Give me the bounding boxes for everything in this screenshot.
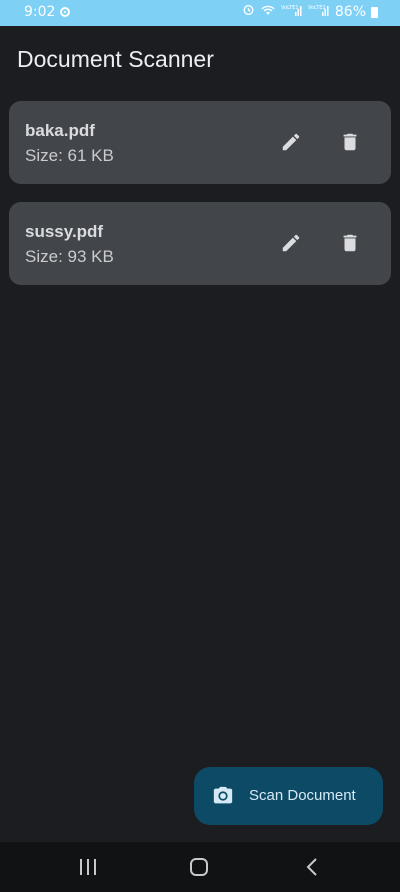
recents-button[interactable] bbox=[58, 842, 118, 892]
system-navigation-bar bbox=[0, 842, 400, 892]
camera-icon bbox=[212, 785, 234, 812]
document-size: Size: 93 KB bbox=[25, 247, 114, 266]
delete-button[interactable] bbox=[330, 122, 370, 162]
status-time: 9:02 bbox=[24, 4, 56, 20]
document-name: baka.pdf bbox=[25, 121, 95, 140]
wifi-icon bbox=[260, 3, 276, 20]
recents-icon bbox=[80, 859, 96, 875]
home-icon bbox=[190, 858, 208, 876]
battery-percentage: 86% bbox=[334, 3, 366, 20]
edit-button[interactable] bbox=[271, 122, 311, 162]
pencil-icon bbox=[282, 133, 300, 151]
edit-button[interactable] bbox=[271, 223, 311, 263]
document-name: sussy.pdf bbox=[25, 222, 104, 241]
status-indicators: VoLTE1 VoLTE2 86% bbox=[242, 3, 378, 20]
svg-text:VoLTE1: VoLTE1 bbox=[281, 5, 299, 11]
trash-icon bbox=[343, 133, 357, 151]
alarm-icon bbox=[242, 3, 255, 20]
status-bar: 9:02 VoLTE1 VoLTE2 86% bbox=[0, 0, 400, 26]
delete-button[interactable] bbox=[330, 223, 370, 263]
scan-document-label: Scan Document bbox=[249, 787, 356, 804]
signal-1-icon: VoLTE1 bbox=[281, 3, 303, 20]
notification-icon bbox=[60, 7, 70, 17]
home-button[interactable] bbox=[169, 842, 229, 892]
page-title: Document Scanner bbox=[17, 46, 214, 72]
document-size: Size: 61 KB bbox=[25, 146, 114, 165]
trash-icon bbox=[343, 234, 357, 252]
svg-text:VoLTE2: VoLTE2 bbox=[308, 5, 326, 11]
document-card[interactable]: sussy.pdf Size: 93 KB bbox=[9, 202, 391, 285]
back-icon bbox=[306, 858, 317, 876]
scan-document-button[interactable]: Scan Document bbox=[194, 767, 383, 825]
back-button[interactable] bbox=[282, 842, 342, 892]
pencil-icon bbox=[282, 234, 300, 252]
document-card[interactable]: baka.pdf Size: 61 KB bbox=[9, 101, 391, 184]
signal-2-icon: VoLTE2 bbox=[308, 3, 330, 20]
battery-icon bbox=[371, 7, 378, 18]
